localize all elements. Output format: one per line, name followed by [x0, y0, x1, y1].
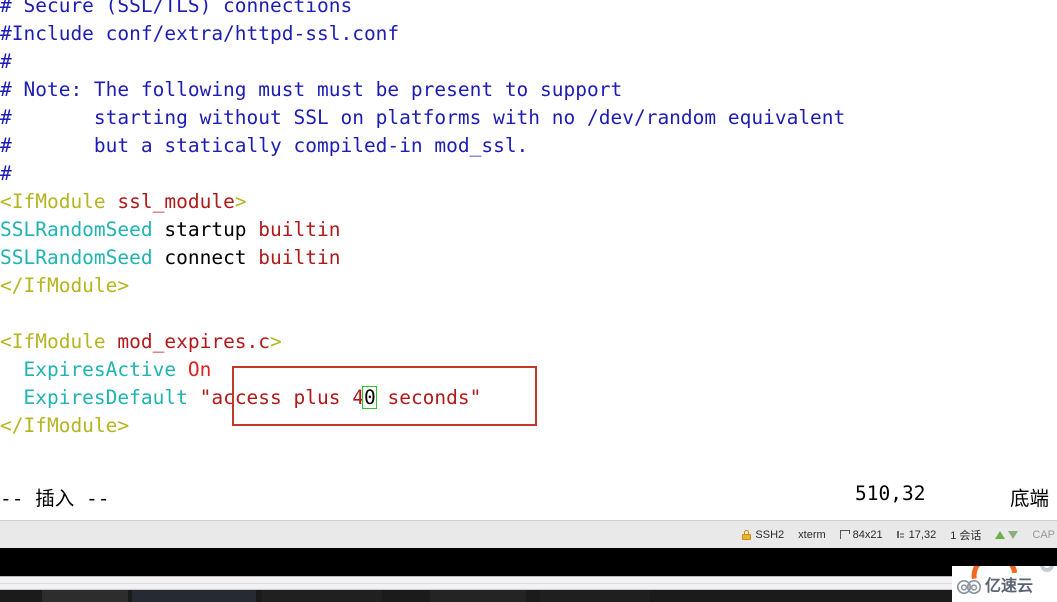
- code-token: seconds": [375, 386, 482, 409]
- code-line: ExpiresActive On: [0, 356, 1057, 384]
- code-line: SSLRandomSeed connect builtin: [0, 244, 1057, 272]
- code-line: #: [0, 160, 1057, 188]
- code-token: # Secure (SSL/TLS) connections: [0, 0, 353, 17]
- cloud-logo-icon: [956, 579, 982, 595]
- status-dimensions-label: 84x21: [852, 528, 883, 541]
- code-token: <IfModule: [0, 330, 118, 353]
- status-cursor-position-label: 17,32: [908, 528, 937, 541]
- code-token: <IfModule: [0, 190, 118, 213]
- arrow-down-icon: [1008, 530, 1019, 539]
- code-line: <IfModule mod_expires.c>: [0, 328, 1057, 356]
- taskbar-item[interactable]: [262, 590, 382, 602]
- code-line: # Secure (SSL/TLS) connections: [0, 0, 1057, 20]
- code-line: </IfModule>: [0, 412, 1057, 440]
- code-token: #: [0, 162, 12, 185]
- vim-status-line: -- 插入 -- 510,32 底端: [0, 482, 1057, 512]
- status-terminal-type[interactable]: xterm: [798, 529, 826, 541]
- vim-file-location: 底端: [1010, 487, 1050, 510]
- code-token: builtin: [258, 218, 341, 241]
- status-bar-items: SSH2 xterm 84x21 17,32 1 会话 CAP: [742, 521, 1057, 548]
- code-token: "access plus 4: [199, 386, 364, 409]
- terminal-pane[interactable]: # Secure (SSL/TLS) connections #Include c…: [0, 0, 1057, 520]
- code-token: builtin: [258, 246, 341, 269]
- taskbar-item[interactable]: [540, 590, 650, 602]
- code-token: #Include conf/extra/httpd-ssl.conf: [0, 22, 400, 45]
- gray-circle-icon: [1040, 566, 1054, 572]
- status-terminal-type-label: xterm: [798, 528, 826, 541]
- status-cap-label: CAP: [1032, 528, 1055, 541]
- code-line: # starting without SSL on platforms with…: [0, 104, 1057, 132]
- vim-text-buffer[interactable]: # Secure (SSL/TLS) connections #Include c…: [0, 0, 1057, 440]
- status-cursor-position[interactable]: 17,32: [896, 528, 937, 541]
- code-token: On: [187, 358, 212, 381]
- status-transfer-indicators[interactable]: [995, 530, 1019, 539]
- code-token: </IfModule>: [0, 414, 130, 437]
- desktop-taskbar[interactable]: [0, 590, 1057, 602]
- black-separator-strip: [0, 548, 1057, 576]
- code-line: # Note: The following must must be prese…: [0, 76, 1057, 104]
- code-line: </IfModule>: [0, 272, 1057, 300]
- code-token: SSLRandomSeed: [0, 218, 153, 241]
- taskbar-item[interactable]: [42, 590, 128, 602]
- code-token: >: [234, 190, 247, 213]
- code-token: ssl_module: [117, 190, 235, 213]
- code-token: ExpiresDefault: [0, 386, 188, 409]
- terminal-size-icon: [839, 530, 850, 539]
- code-line: # but a statically compiled-in mod_ssl.: [0, 132, 1057, 160]
- status-protocol[interactable]: SSH2: [742, 529, 784, 541]
- code-token: #: [0, 50, 12, 73]
- taskbar-item[interactable]: [132, 590, 256, 602]
- arrow-up-icon: [995, 530, 1006, 539]
- code-line: <IfModule ssl_module>: [0, 188, 1057, 216]
- lock-icon: [742, 529, 752, 540]
- cursor-position-icon: [896, 530, 905, 539]
- application-status-bar: SSH2 xterm 84x21 17,32 1 会话 CAP: [0, 520, 1057, 548]
- status-sessions[interactable]: 1 会话: [950, 527, 981, 543]
- code-line: ExpiresDefault "access plus 40 seconds": [0, 384, 1057, 412]
- code-token: # starting without SSL on platforms with…: [0, 106, 846, 129]
- code-token: </IfModule>: [0, 274, 130, 297]
- code-token: # Note: The following must must be prese…: [0, 78, 623, 101]
- status-dimensions[interactable]: 84x21: [839, 528, 883, 541]
- light-separator-band: [0, 576, 1057, 590]
- code-token: # but a statically compiled-in mod_ssl.: [0, 134, 529, 157]
- vim-mode-indicator: -- 插入 --: [0, 487, 110, 510]
- code-line: #Include conf/extra/httpd-ssl.conf: [0, 20, 1057, 48]
- code-line: #: [0, 48, 1057, 76]
- vim-cursor-position: 510,32: [855, 482, 926, 505]
- status-sessions-label: 1 会话: [950, 529, 982, 542]
- code-token: SSLRandomSeed: [0, 246, 153, 269]
- watermark-text: 亿速云: [985, 578, 1034, 595]
- watermark-logo-row: 亿速云: [956, 578, 1033, 596]
- taskbar-item[interactable]: [430, 590, 526, 602]
- code-line: SSLRandomSeed startup builtin: [0, 216, 1057, 244]
- code-token: ExpiresActive: [0, 358, 177, 381]
- status-cap[interactable]: CAP: [1032, 529, 1055, 541]
- code-token: startup: [152, 218, 259, 241]
- code-token: >: [270, 330, 282, 353]
- code-token: mod_expires.c: [117, 330, 271, 353]
- watermark-overlay: 亿速云: [952, 566, 1057, 602]
- status-protocol-label: SSH2: [755, 528, 785, 541]
- code-token: connect: [152, 246, 259, 269]
